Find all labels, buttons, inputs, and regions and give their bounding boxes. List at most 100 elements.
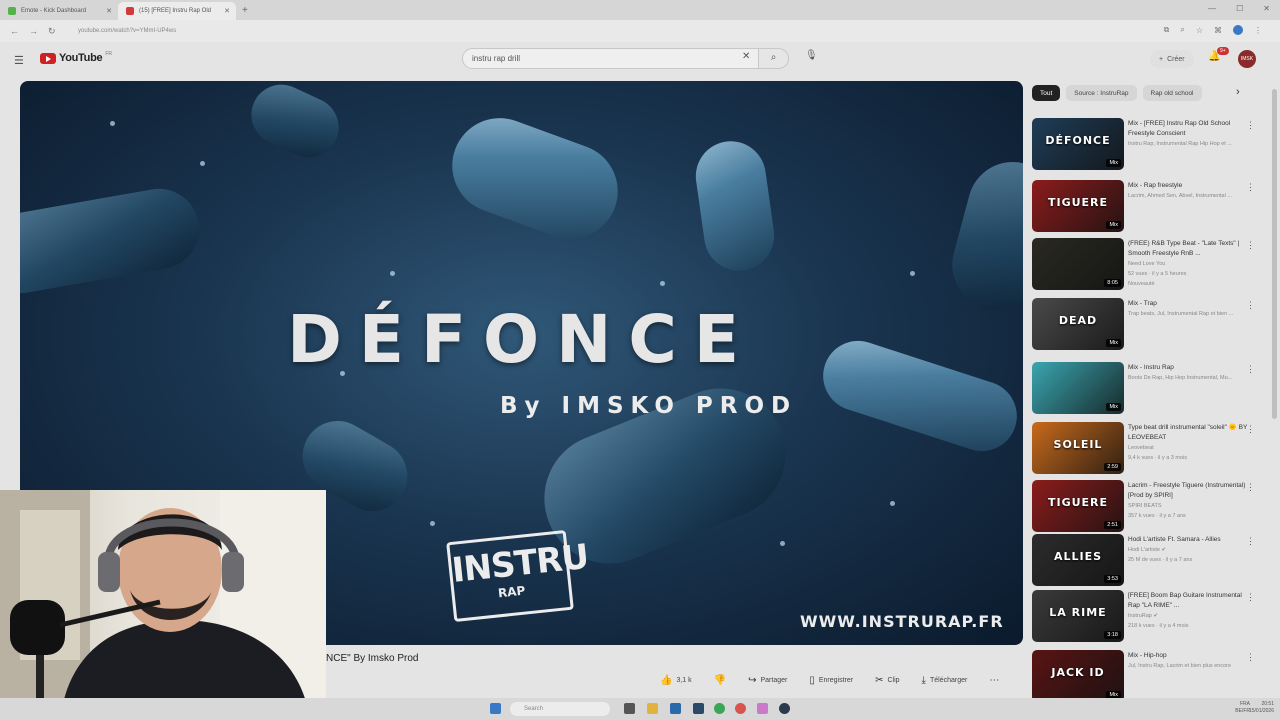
more-vertical-icon[interactable]: ⋮ xyxy=(1246,120,1255,131)
more-vertical-icon[interactable]: ⋮ xyxy=(1246,536,1255,547)
microphone-icon[interactable]: 🎙 xyxy=(805,50,818,61)
recommendation-item[interactable]: TIGUERE 2:51 Lacrim - Freestyle Tiguere (I… xyxy=(1032,480,1272,534)
recommendation-title[interactable]: [FREE] Boom Bap Guitare Instrumental Rap… xyxy=(1128,591,1248,611)
app-icon[interactable] xyxy=(670,703,681,714)
reload-icon[interactable]: ↻ xyxy=(48,26,56,37)
app-icon[interactable] xyxy=(757,703,768,714)
close-window-icon[interactable]: ✕ xyxy=(1263,4,1270,13)
more-vertical-icon[interactable]: ⋮ xyxy=(1246,482,1255,493)
recommendation-title[interactable]: Hodi L'artiste Ft. Samara - Allies xyxy=(1128,535,1248,545)
chip-source[interactable]: Source : InstruRap xyxy=(1066,85,1137,101)
clock[interactable]: 20:51 15/01/2026 xyxy=(1249,701,1274,715)
recommendation-item[interactable]: DÉFONCE Mix Mix - [FREE] Instru Rap Old Sc… xyxy=(1032,118,1272,172)
search-input[interactable]: instru rap drill xyxy=(462,48,759,69)
taskbar-search[interactable]: Search xyxy=(510,702,610,716)
back-icon[interactable]: ← xyxy=(10,26,19,36)
maximize-icon[interactable]: ☐ xyxy=(1236,4,1243,13)
tab-kick-dashboard[interactable]: Emote - Kick Dashboard ✕ xyxy=(0,2,118,20)
chrome-icon[interactable] xyxy=(735,703,746,714)
extensions-icon[interactable]: ⌘ xyxy=(1214,26,1222,35)
recommendation-item[interactable]: SOLEIL 2:59 Type beat drill instrumental "… xyxy=(1032,422,1272,476)
recommendation-channel[interactable]: Trap beats, Jul, Instrumental Rap et bie… xyxy=(1128,309,1248,319)
file-explorer-icon[interactable] xyxy=(647,703,658,714)
recommendation-thumbnail[interactable]: 8:05 xyxy=(1032,238,1124,290)
install-icon[interactable]: ⧉ xyxy=(1164,25,1170,35)
bookmark-star-icon[interactable]: ☆ xyxy=(1196,26,1203,35)
recommendation-thumbnail[interactable]: LA RIME 3:18 xyxy=(1032,590,1124,642)
browser-menu-icon[interactable]: ⋮ xyxy=(1254,26,1262,35)
dislike-button[interactable]: 👎 xyxy=(714,675,726,686)
more-vertical-icon[interactable]: ⋮ xyxy=(1246,652,1255,663)
chevron-right-icon[interactable]: › xyxy=(1236,86,1240,98)
recommendation-title[interactable]: (FREE) R&B Type Beat - "Late Texts" | Sm… xyxy=(1128,239,1248,259)
recommendation-thumbnail[interactable]: TIGUERE Mix xyxy=(1032,180,1124,232)
recommendation-channel[interactable]: SPIRI BEATS xyxy=(1128,501,1248,511)
like-button[interactable]: 👍 3,1 k xyxy=(660,675,692,686)
new-tab-icon[interactable]: + xyxy=(242,5,248,16)
recommendation-thumbnail[interactable]: JACK ID Mix xyxy=(1032,650,1124,702)
recommendation-title[interactable]: Lacrim - Freestyle Tiguere (Instrumental… xyxy=(1128,481,1248,501)
recommendation-thumbnail[interactable]: DÉFONCE Mix xyxy=(1032,118,1124,170)
recommendation-channel[interactable]: Need Love You xyxy=(1128,259,1248,269)
recommendation-channel[interactable]: Jul, Instru Rap, Lacrim et bien plus enc… xyxy=(1128,661,1248,671)
share-button[interactable]: ↪ Partager xyxy=(748,675,787,686)
search-button[interactable]: ⌕ xyxy=(759,48,789,69)
recommendation-title[interactable]: Mix - Hip-hop xyxy=(1128,651,1248,661)
more-vertical-icon[interactable]: ⋮ xyxy=(1246,424,1255,435)
recommendation-item[interactable]: TIGUERE Mix Mix - Rap freestyle Lacrim, Ahm… xyxy=(1032,180,1272,234)
more-vertical-icon[interactable]: ⋮ xyxy=(1246,300,1255,311)
task-view-icon[interactable] xyxy=(624,703,635,714)
close-tab-icon[interactable]: ✕ xyxy=(224,7,230,15)
recommendation-item[interactable]: Mix Mix - Instru Rap Boots De Rap, Hip Hop… xyxy=(1032,362,1272,416)
recommendation-item[interactable]: LA RIME 3:18 [FREE] Boom Bap Guitare Instr… xyxy=(1032,590,1272,644)
windows-start-icon[interactable] xyxy=(490,703,501,714)
recommendation-thumbnail[interactable]: ALLIES 3:53 xyxy=(1032,534,1124,586)
download-button[interactable]: ⤓ Télécharger xyxy=(922,675,968,686)
recommendation-channel[interactable]: Boots De Rap, Hip Hop Instrumental, Mu..… xyxy=(1128,373,1248,383)
more-vertical-icon[interactable]: ⋮ xyxy=(1246,592,1255,603)
recommendation-thumbnail[interactable]: Mix xyxy=(1032,362,1124,414)
forward-icon[interactable]: → xyxy=(29,26,38,36)
recommendation-title[interactable]: Mix - Rap freestyle xyxy=(1128,181,1248,191)
recommendation-thumbnail[interactable]: TIGUERE 2:51 xyxy=(1032,480,1124,532)
app-icon[interactable] xyxy=(693,703,704,714)
recommendation-item[interactable]: ALLIES 3:53 Hodi L'artiste Ft. Samara - Al… xyxy=(1032,534,1272,588)
more-actions-button[interactable]: ⋯ xyxy=(989,675,999,686)
clip-button[interactable]: ✂ Clip xyxy=(875,675,899,686)
recommendation-channel[interactable]: Lacrim, Ahmed Sen, Abvel, Instrumental .… xyxy=(1128,191,1248,201)
clear-search-icon[interactable]: ✕ xyxy=(742,51,750,62)
tab-youtube[interactable]: (15) [FREE] Instru Rap Old ✕ xyxy=(118,2,236,20)
zoom-icon[interactable]: ⌕ xyxy=(1180,25,1184,35)
hamburger-menu-icon[interactable]: ☰ xyxy=(14,54,24,67)
minimize-icon[interactable]: — xyxy=(1208,4,1216,13)
url-field[interactable]: youtube.com/watch?v=YMmI-UP4ws xyxy=(68,23,1158,39)
recommendation-item[interactable]: 8:05 (FREE) R&B Type Beat - "Late Texts" … xyxy=(1032,238,1272,292)
steam-icon[interactable] xyxy=(779,703,790,714)
recommendation-title[interactable]: Mix - Trap xyxy=(1128,299,1248,309)
chip-all[interactable]: Tout xyxy=(1032,85,1061,101)
recommendation-item[interactable]: DEAD Mix Mix - Trap Trap beats, Jul, Instru… xyxy=(1032,298,1272,352)
close-tab-icon[interactable]: ✕ xyxy=(106,7,112,15)
save-button[interactable]: ▯ Enregistrer xyxy=(809,675,853,686)
recommendation-title[interactable]: Type beat drill instrumental "soleil" 🌞 … xyxy=(1128,423,1248,443)
more-vertical-icon[interactable]: ⋮ xyxy=(1246,364,1255,375)
recommendation-item[interactable]: JACK ID Mix Mix - Hip-hop Jul, Instru Rap, … xyxy=(1032,650,1272,704)
avatar[interactable]: IMSK xyxy=(1238,50,1256,68)
recommendation-thumbnail[interactable]: DEAD Mix xyxy=(1032,298,1124,350)
chip-old-school[interactable]: Rap old school xyxy=(1142,85,1202,101)
profile-icon[interactable] xyxy=(1233,25,1243,35)
recommendation-channel[interactable]: InstruRap ✔ xyxy=(1128,611,1248,621)
keyboard-language[interactable]: FRA xyxy=(1235,701,1250,708)
recommendation-thumbnail[interactable]: SOLEIL 2:59 xyxy=(1032,422,1124,474)
recommendation-channel[interactable]: Instru Rap, Instrumental Rap Hip Hop et … xyxy=(1128,139,1248,149)
create-button[interactable]: + Créer xyxy=(1150,50,1194,68)
recommendation-title[interactable]: Mix - [FREE] Instru Rap Old School Frees… xyxy=(1128,119,1248,139)
recommendation-title[interactable]: Mix - Instru Rap xyxy=(1128,363,1248,373)
more-vertical-icon[interactable]: ⋮ xyxy=(1246,240,1255,251)
whatsapp-icon[interactable] xyxy=(714,703,725,714)
youtube-logo[interactable]: YouTube FR xyxy=(40,51,112,64)
recommendation-channel[interactable]: Leovebeat xyxy=(1128,443,1248,453)
recommendation-channel[interactable]: Hodi L'artiste ✔ xyxy=(1128,545,1248,555)
scrollbar[interactable] xyxy=(1272,89,1277,419)
more-vertical-icon[interactable]: ⋮ xyxy=(1246,182,1255,193)
